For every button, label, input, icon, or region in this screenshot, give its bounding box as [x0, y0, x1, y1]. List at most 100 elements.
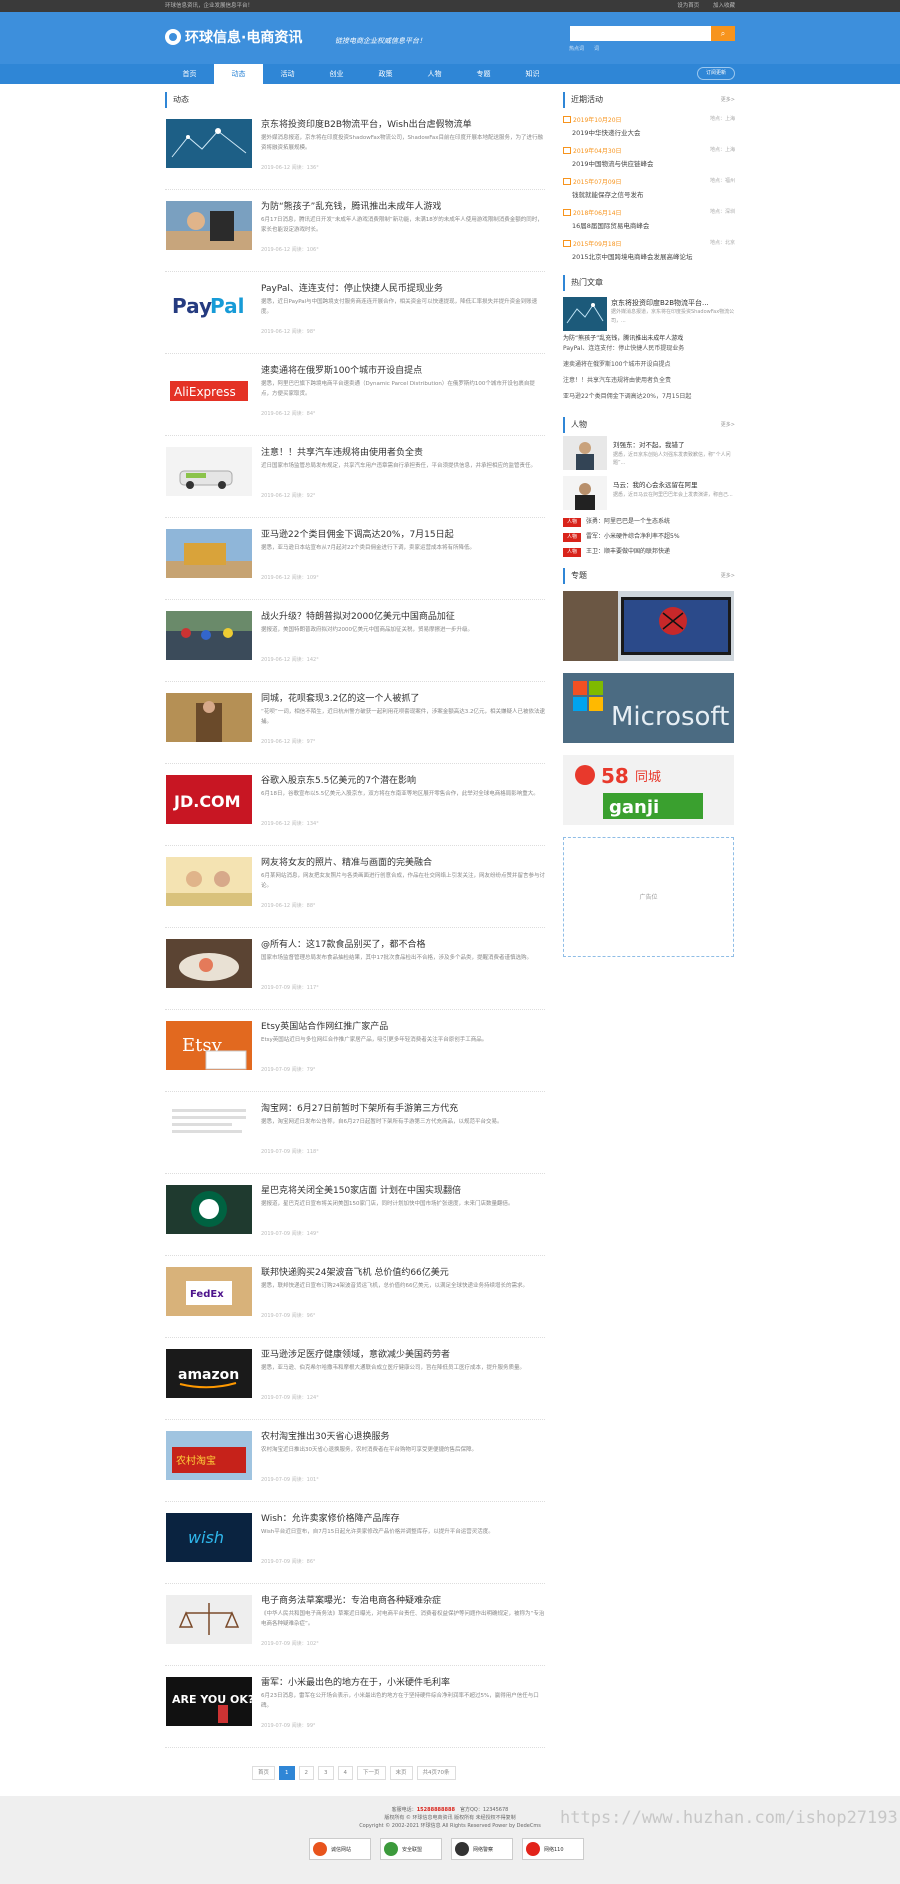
article-thumbnail[interactable]: JD.COM — [166, 775, 252, 824]
pager-next[interactable]: 下一页 — [357, 1766, 386, 1780]
article-thumbnail[interactable]: AliExpress — [166, 365, 252, 414]
hot-word[interactable]: 词 — [594, 46, 599, 52]
article-thumbnail[interactable]: FedEx — [166, 1267, 252, 1316]
article-item[interactable]: 为防“熊孩子”乱充钱，腾讯推出未成年人游戏 6月17日消息，腾讯近日开发“未成年人… — [165, 190, 545, 272]
nav-item-news[interactable]: 动态 — [214, 64, 263, 84]
site-logo[interactable]: 环球信息·电商资讯 — [165, 29, 302, 47]
trust-badge[interactable]: 诚信网站 — [309, 1838, 371, 1860]
article-thumbnail[interactable] — [166, 1185, 252, 1234]
article-thumbnail[interactable]: Etsy — [166, 1021, 252, 1070]
article-title[interactable]: 网友将女友的照片、精准与画面的完美融合 — [261, 855, 432, 868]
activity-name[interactable]: 钱就就能保存之信号发布 — [563, 189, 735, 205]
people-list-item[interactable]: 人物 雷军：小米硬件综合净利率不超5% — [563, 530, 735, 545]
article-item[interactable]: wish Wish：允许卖家修价格降产品库存 Wish平台近日宣布，自7月15日起允… — [165, 1502, 545, 1584]
article-title[interactable]: Etsy英国站合作网红推广家产品 — [261, 1019, 388, 1032]
article-thumbnail[interactable] — [166, 447, 252, 496]
hot-list-item[interactable]: PayPal、连连支付：停止快捷人民币提现业务 — [563, 341, 735, 357]
hot-feature[interactable]: 京东将投资印度B2B物流平台... 据外媒消息报道，京东将在印度投资Shadow… — [563, 297, 735, 342]
hot-word[interactable]: 热点词 — [569, 46, 584, 52]
article-item[interactable]: AliExpress 速卖通将在俄罗斯100个城市开设自提点 据悉，阿里巴巴旗下跨境… — [165, 354, 545, 436]
nav-item-startup[interactable]: 创业 — [312, 64, 361, 84]
article-thumbnail[interactable] — [166, 693, 252, 742]
hot-list-item[interactable]: 亚马逊22个类目佣金下调高达20%，7月15日起 — [563, 389, 735, 405]
article-title[interactable]: 亚马逊22个类目佣金下调高达20%，7月15日起 — [261, 527, 454, 540]
more-link[interactable]: 更多> — [721, 568, 735, 584]
article-item[interactable]: 战火升级？特朗普拟对2000亿美元中国商品加征 据报道，美国特朗普政府拟对约200… — [165, 600, 545, 682]
article-title[interactable]: 京东将投资印度B2B物流平台，Wish出台虐假物流单 — [261, 117, 472, 130]
subscribe-button[interactable]: 订阅更新 — [697, 67, 735, 80]
article-item[interactable]: 淘宝网：6月27日前暂时下架所有手游第三方代充 据悉，淘宝网近日发布公告称，自6月… — [165, 1092, 545, 1174]
nav-item-people[interactable]: 人物 — [410, 64, 459, 84]
article-title[interactable]: 雷军：小米最出色的地方在于，小米硬件毛利率 — [261, 1675, 450, 1688]
people-list-item[interactable]: 人物 王卫：顺丰要做中国的联邦快递 — [563, 545, 735, 560]
article-title[interactable]: Wish：允许卖家修价格降产品库存 — [261, 1511, 400, 1524]
article-item[interactable]: JD.COM 谷歌入股京东5.5亿美元的7个潜在影响 6月18日，谷歌宣布以5.5亿… — [165, 764, 545, 846]
nav-item-knowledge[interactable]: 知识 — [508, 64, 557, 84]
article-item[interactable]: 星巴克将关闭全美150家店面 计划在中国实现翻倍 据报道，星巴克近日宣布将关闭美国… — [165, 1174, 545, 1256]
person-card[interactable]: 刘强东：对不起，我错了 据悉，近日京东创始人刘强东发表致歉信，称“个人问题”..… — [563, 433, 735, 473]
hot-feature-line[interactable]: 为防“熊孩子”乱充钱，腾讯推出未成年人游戏 — [563, 333, 683, 342]
article-title[interactable]: 农村淘宝推出30天省心退换服务 — [261, 1429, 389, 1442]
pager-page[interactable]: 2 — [298, 1766, 315, 1780]
article-title[interactable]: PayPal、连连支付：停止快捷人民币提现业务 — [261, 281, 443, 294]
article-item[interactable]: amazon 亚马逊涉足医疗健康领域，意欲减少美国药劳者 据悉，亚马逊、伯克希尔哈撒… — [165, 1338, 545, 1420]
nav-item-topics[interactable]: 专题 — [459, 64, 508, 84]
article-thumbnail[interactable] — [166, 939, 252, 988]
activity-name[interactable]: 2019中国物流与供应链峰会 — [563, 158, 735, 174]
article-title[interactable]: 同城，花呗套现3.2亿的这一个人被抓了 — [261, 691, 419, 704]
article-thumbnail[interactable]: Pay Pal — [166, 283, 252, 332]
article-item[interactable]: Pay Pal PayPal、连连支付：停止快捷人民币提现业务 据悉，近日PayPal… — [165, 272, 545, 354]
article-title[interactable]: 速卖通将在俄罗斯100个城市开设自提点 — [261, 363, 422, 376]
people-list-item[interactable]: 人物 张勇：阿里巴巴是一个生态系统 — [563, 515, 735, 530]
pager-last[interactable]: 末页 — [389, 1766, 413, 1780]
article-item[interactable]: 注意！！共享汽车违规将由使用者负全责 近日国家市场监管总局发布规定，共享汽车用户违… — [165, 436, 545, 518]
article-thumbnail[interactable]: ARE YOU OK? — [166, 1677, 252, 1726]
trust-badge[interactable]: 网络110 — [522, 1838, 584, 1860]
topic-banner-58[interactable]: 58 同城 ganji — [563, 755, 734, 825]
topic-banner-surface[interactable] — [563, 591, 734, 661]
article-title[interactable]: @所有人：这17款食品别买了，都不合格 — [261, 937, 425, 950]
article-item[interactable]: FedEx 联邦快递购买24架波音飞机 总价值约66亿美元 据悉，联邦快递近日宣布订… — [165, 1256, 545, 1338]
article-title[interactable]: 星巴克将关闭全美150家店面 计划在中国实现翻倍 — [261, 1183, 461, 1196]
article-title[interactable]: 谷歌入股京东5.5亿美元的7个潜在影响 — [261, 773, 416, 786]
pager-page[interactable]: 3 — [318, 1766, 334, 1780]
article-item[interactable]: 网友将女友的照片、精准与画面的完美融合 6月某网站消息，网友把女友照片与各类画面进… — [165, 846, 545, 928]
more-link[interactable]: 更多> — [721, 417, 735, 433]
article-item[interactable]: 电子商务法草案曝光：专治电商各种疑难杂症 《中华人民共和国电子商务法》草案近日曝光… — [165, 1584, 545, 1666]
article-thumbnail[interactable] — [166, 119, 252, 168]
article-thumbnail[interactable] — [166, 529, 252, 578]
article-thumbnail[interactable] — [166, 611, 252, 660]
pager-page[interactable]: 1 — [279, 1766, 295, 1780]
activity-name[interactable]: 16届8届国际贸易电商峰会 — [563, 220, 735, 236]
article-thumbnail[interactable] — [166, 857, 252, 906]
add-favorite-link[interactable]: 加入收藏 — [713, 3, 735, 9]
article-item[interactable]: @所有人：这17款食品别买了，都不合格 国家市场监督管理总局发布食品抽检结果，其中… — [165, 928, 545, 1010]
article-title[interactable]: 为防“熊孩子”乱充钱，腾讯推出未成年人游戏 — [261, 199, 441, 212]
hot-list-item[interactable]: 速卖通将在俄罗斯100个城市开设自提点 — [563, 357, 735, 373]
article-thumbnail[interactable] — [166, 201, 252, 250]
trust-badge[interactable]: 网络警察 — [451, 1838, 513, 1860]
article-title[interactable]: 战火升级？特朗普拟对2000亿美元中国商品加征 — [261, 609, 455, 622]
article-item[interactable]: 京东将投资印度B2B物流平台，Wish出台虐假物流单 据外媒消息报道，京东将在印度… — [165, 108, 545, 190]
activity-name[interactable]: 2019中华快递行业大会 — [563, 127, 735, 143]
search-button[interactable]: ⌕ — [711, 26, 735, 41]
article-title[interactable]: 淘宝网：6月27日前暂时下架所有手游第三方代充 — [261, 1101, 458, 1114]
more-link[interactable]: 更多> — [721, 92, 735, 108]
article-item[interactable]: ARE YOU OK? 雷军：小米最出色的地方在于，小米硬件毛利率 6月23日消息，… — [165, 1666, 545, 1748]
article-item[interactable]: Etsy Etsy英国站合作网红推广家产品 Etsy英国站近日与多位网红合作推广家居… — [165, 1010, 545, 1092]
nav-item-home[interactable]: 首页 — [165, 64, 214, 84]
article-title[interactable]: 电子商务法草案曝光：专治电商各种疑难杂症 — [261, 1593, 441, 1606]
set-homepage-link[interactable]: 设为首页 — [677, 3, 699, 9]
search-input[interactable] — [570, 26, 711, 41]
hot-list-item[interactable]: 注意！！共享汽车违规将由使用者负全责 — [563, 373, 735, 389]
article-item[interactable]: 同城，花呗套现3.2亿的这一个人被抓了 “花呗”一词，相信不陌生，近日杭州警方破获… — [165, 682, 545, 764]
ad-placeholder[interactable]: 广告位 — [563, 837, 734, 957]
pager-page[interactable]: 4 — [337, 1766, 354, 1780]
pager-first[interactable]: 首页 — [252, 1766, 276, 1780]
article-item[interactable]: 农村淘宝 农村淘宝推出30天省心退换服务 农村淘宝近日推出30天省心退换服务，农村消… — [165, 1420, 545, 1502]
article-thumbnail[interactable]: 农村淘宝 — [166, 1431, 252, 1480]
person-card[interactable]: 马云：我的心会永远留在阿里 据悉，近日马云在阿里巴巴年会上发表演讲，称自己... — [563, 473, 735, 513]
nav-item-policy[interactable]: 政策 — [361, 64, 410, 84]
article-thumbnail[interactable]: wish — [166, 1513, 252, 1562]
article-thumbnail[interactable] — [166, 1595, 252, 1644]
